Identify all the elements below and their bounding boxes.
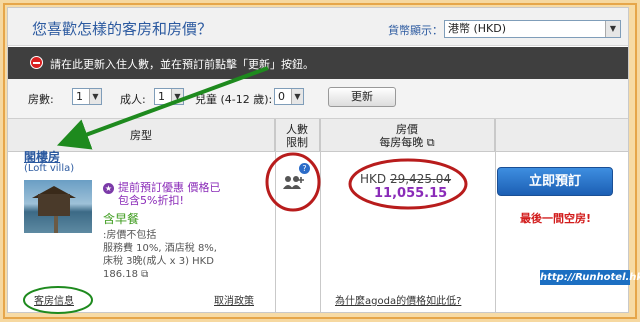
currency-value: 港幣 (HKD) bbox=[448, 22, 507, 35]
book-now-button[interactable]: 立即預訂 bbox=[497, 167, 613, 196]
rooms-value: 1 bbox=[76, 90, 83, 103]
room-info-link[interactable]: 客房信息 bbox=[34, 292, 74, 307]
last-room-alert: 最後一間空房! bbox=[520, 212, 592, 225]
original-price-value: 29,425.04 bbox=[389, 172, 452, 186]
children-label: 兒童 (4-12 歲): bbox=[195, 93, 273, 106]
column-divider bbox=[320, 119, 321, 312]
col-price-line2: 每房每晚 ⧉ bbox=[379, 135, 435, 149]
adults-value: 1 bbox=[158, 90, 165, 103]
warning-text: 請在此更新入住人數，並在預訂前點擊「更新」按鈕。 bbox=[50, 58, 314, 71]
rooms-select[interactable]: 1 ▼ bbox=[72, 88, 102, 105]
column-divider bbox=[495, 119, 496, 312]
tax-line: 床稅 3晚(成人 x 3) HKD bbox=[103, 256, 214, 267]
update-button[interactable]: 更新 bbox=[328, 87, 396, 107]
currency-label: 貨幣顯示： bbox=[388, 24, 443, 37]
chevron-down-icon[interactable]: ▼ bbox=[171, 89, 183, 104]
people-icon bbox=[283, 176, 304, 189]
table-header: 房型 人數 限制 房價 每房每晚 ⧉ bbox=[8, 119, 628, 152]
price-currency: HKD bbox=[360, 172, 387, 186]
currency-select[interactable]: 港幣 (HKD) ▼ bbox=[444, 20, 621, 38]
help-icon[interactable]: ? bbox=[299, 163, 310, 174]
col-price-line1: 房價 bbox=[396, 122, 418, 136]
room-photo[interactable] bbox=[24, 180, 92, 233]
chevron-down-icon[interactable]: ▼ bbox=[605, 21, 620, 37]
chevron-down-icon[interactable]: ▼ bbox=[89, 89, 101, 104]
column-divider bbox=[275, 119, 276, 312]
page-title: 您喜歡怎樣的客房和房價？ bbox=[32, 20, 213, 38]
adults-label: 成人: bbox=[120, 93, 146, 106]
final-price: 11,055.15 bbox=[374, 186, 448, 201]
breakfast-included: 含早餐 bbox=[103, 212, 140, 226]
promo-text: 提前預訂優惠 價格已包含5%折扣! bbox=[118, 181, 221, 207]
col-occupancy-line1: 人數 bbox=[286, 122, 308, 136]
children-value: 0 bbox=[278, 90, 285, 103]
tax-line: :房價不包括 bbox=[103, 230, 157, 241]
rooms-label: 房數: bbox=[28, 93, 54, 106]
cancel-policy-link[interactable]: 取消政策 bbox=[214, 292, 254, 307]
booking-panel: 您喜歡怎樣的客房和房價？ 貨幣顯示： 港幣 (HKD) ▼ 請在此更新入住人數，… bbox=[7, 7, 629, 313]
villa-body bbox=[38, 194, 70, 216]
warning-icon bbox=[30, 56, 43, 69]
room-name-en[interactable]: (Loft villa) bbox=[24, 163, 74, 174]
tax-line: 服務費 10%, 酒店稅 8%, bbox=[103, 243, 217, 254]
villa-pier bbox=[54, 216, 58, 233]
watermark: http://Runhotel.hk bbox=[540, 270, 640, 285]
children-select[interactable]: 0 ▼ bbox=[274, 88, 304, 105]
warning-bar: 請在此更新入住人數，並在預訂前點擊「更新」按鈕。 bbox=[8, 47, 628, 79]
col-occupancy: 人數 限制 bbox=[275, 119, 320, 152]
tax-line: 186.18 ⧉ bbox=[103, 269, 149, 280]
star-icon: ★ bbox=[103, 183, 114, 194]
adults-select[interactable]: 1 ▼ bbox=[154, 88, 184, 105]
tax-info: :房價不包括 服務費 10%, 酒店稅 8%, 床稅 3晚(成人 x 3) HK… bbox=[103, 229, 253, 281]
original-price: HKD 29,425.04 bbox=[360, 172, 451, 186]
occupancy-controls: 房數: 1 ▼ 成人: 1 ▼ 兒童 (4-12 歲): 0 ▼ 更新 bbox=[8, 79, 628, 119]
col-price: 房價 每房每晚 ⧉ bbox=[320, 119, 495, 152]
chevron-down-icon[interactable]: ▼ bbox=[291, 89, 303, 104]
header-bar: 您喜歡怎樣的客房和房價？ 貨幣顯示： 港幣 (HKD) ▼ bbox=[8, 8, 628, 46]
col-occupancy-line2: 限制 bbox=[286, 135, 308, 149]
why-low-price-link[interactable]: 為什麼agoda的價格如此低? bbox=[335, 292, 461, 307]
